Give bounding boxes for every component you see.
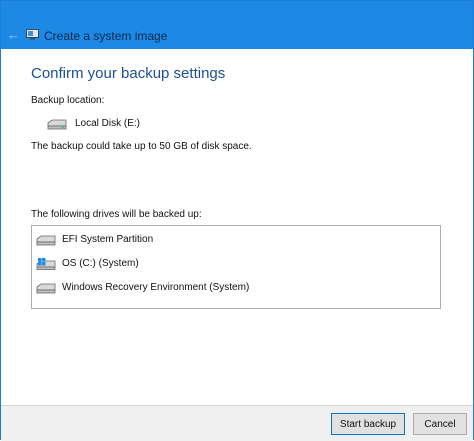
create-system-image-window: ← Create a system image Confirm your bac…	[0, 0, 474, 441]
system-image-app-icon	[26, 29, 39, 40]
window-title: Create a system image	[44, 29, 168, 43]
hard-drive-icon	[47, 119, 67, 130]
page-heading: Confirm your backup settings	[31, 65, 226, 82]
windows-drive-icon	[36, 258, 56, 270]
backup-size-note: The backup could take up to 50 GB of dis…	[31, 141, 252, 152]
drive-item-efi: EFI System Partition	[36, 234, 153, 246]
start-backup-button[interactable]: Start backup	[331, 413, 405, 435]
drives-list: EFI System Partition OS (C:) (System) Wi…	[31, 225, 441, 309]
drive-label: Windows Recovery Environment (System)	[62, 282, 250, 293]
drive-icon	[36, 235, 56, 246]
backup-location-row: Local Disk (E:)	[47, 118, 140, 130]
back-arrow-icon[interactable]: ←	[7, 28, 20, 41]
backup-location-label: Backup location:	[31, 95, 105, 106]
title-bar: ← Create a system image	[1, 1, 473, 49]
drive-label: OS (C:) (System)	[62, 258, 139, 269]
drive-icon	[36, 283, 56, 294]
drive-item-os: OS (C:) (System)	[36, 258, 139, 270]
backup-location-value: Local Disk (E:)	[75, 118, 141, 129]
cancel-button[interactable]: Cancel	[413, 413, 467, 435]
drives-list-label: The following drives will be backed up:	[31, 209, 202, 220]
drive-label: EFI System Partition	[62, 234, 154, 245]
drive-item-recovery: Windows Recovery Environment (System)	[36, 282, 249, 294]
